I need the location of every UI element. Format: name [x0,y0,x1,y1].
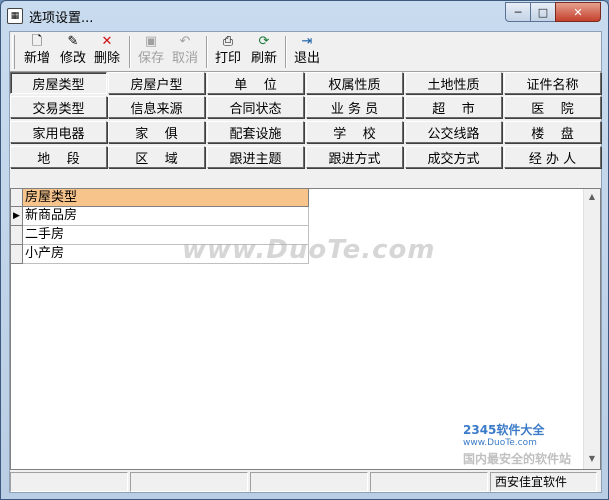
status-panel [250,472,368,492]
category-button-followup-method[interactable]: 跟进方式 [306,146,403,168]
close-icon: ✕ [573,5,583,19]
category-button-school[interactable]: 学 校 [306,121,403,143]
category-button-lot[interactable]: 地 段 [10,146,107,168]
category-button-handler[interactable]: 经 办 人 [504,146,601,168]
status-panel [370,472,488,492]
table-row[interactable]: ▶ 新商品房 [11,207,309,226]
scroll-down-icon[interactable]: ▼ [584,451,600,467]
category-button-land-nature[interactable]: 土地性质 [405,72,502,94]
category-button-appliances[interactable]: 家用电器 [10,121,107,143]
table-cell[interactable]: 二手房 [23,226,309,245]
status-panel [10,472,128,492]
table-cell[interactable]: 小产房 [23,245,309,264]
grid-header: 房屋类型 [11,189,309,207]
edit-icon: ✎ [67,34,79,49]
title-bar[interactable]: ▦ 选项设置... ─ □ ✕ [1,1,608,31]
status-company: 西安佳宜软件 [490,472,597,492]
row-indicator-header [11,189,23,207]
new-label: 新增 [23,51,50,66]
category-button-certificate[interactable]: 证件名称 [504,72,601,94]
print-button[interactable]: ⎙ 打印 [211,33,245,71]
category-button-deal-method[interactable]: 成交方式 [405,146,502,168]
category-button-info-source[interactable]: 信息来源 [108,96,205,118]
close-button[interactable]: ✕ [555,2,601,22]
toolbar-separator [129,36,131,68]
category-button-supermarket[interactable]: 超 市 [405,96,502,118]
refresh-label: 刷新 [250,51,277,66]
save-label: 保存 [137,51,164,66]
data-grid[interactable]: 房屋类型 ▶ 新商品房 二手房 小产房 ▲ ▼ [10,188,601,470]
category-button-house-type[interactable]: 房屋类型 [10,72,107,94]
table-row[interactable]: 小产房 [11,245,309,264]
toolbar: 🗋 新增 ✎ 修改 ✕ 删除 ▣ 保存 ↶ 取消 ⎙ 打印 ⟳ 刷新 ⇥ 退出 [10,32,601,72]
delete-button[interactable]: ✕ 删除 [90,33,124,71]
column-header[interactable]: 房屋类型 [23,189,309,207]
new-button[interactable]: 🗋 新增 [20,33,54,71]
maximize-button[interactable]: □ [530,2,556,22]
delete-label: 删除 [93,51,120,66]
category-button-salesperson[interactable]: 业 务 员 [306,96,403,118]
category-button-followup-topic[interactable]: 跟进主题 [207,146,304,168]
undo-icon: ↶ [179,34,191,49]
save-button[interactable]: ▣ 保存 [134,33,168,71]
table-cell[interactable]: 新商品房 [23,207,309,226]
category-button-house-layout[interactable]: 房屋户型 [108,72,205,94]
refresh-button[interactable]: ⟳ 刷新 [247,33,281,71]
current-row-indicator-icon: ▶ [11,207,23,226]
maximize-icon: □ [537,5,549,19]
category-button-contract-status[interactable]: 合同状态 [207,96,304,118]
cancel-label: 取消 [171,51,198,66]
app-icon[interactable]: ▦ [7,8,23,24]
category-button-transaction-type[interactable]: 交易类型 [10,96,107,118]
row-indicator [11,245,23,264]
minimize-icon: ─ [514,5,522,19]
row-indicator [11,226,23,245]
category-button-facilities[interactable]: 配套设施 [207,121,304,143]
refresh-icon: ⟳ [258,34,270,49]
new-icon: 🗋 [31,34,43,49]
save-icon: ▣ [144,34,158,49]
exit-label: 退出 [293,51,320,66]
toolbar-grip[interactable] [12,35,15,69]
print-icon: ⎙ [222,34,234,49]
window-title: 选项设置... [29,11,94,26]
table-row[interactable]: 二手房 [11,226,309,245]
minimize-button[interactable]: ─ [505,2,531,22]
category-button-district[interactable]: 区 域 [108,146,205,168]
category-button-hospital[interactable]: 医 院 [504,96,601,118]
toolbar-separator [285,36,287,68]
exit-button[interactable]: ⇥ 退出 [290,33,324,71]
category-button-building[interactable]: 楼 盘 [504,121,601,143]
category-button-furniture[interactable]: 家 俱 [108,121,205,143]
scroll-up-icon[interactable]: ▲ [584,189,600,205]
exit-icon: ⇥ [301,34,313,49]
options-window: ▦ 选项设置... ─ □ ✕ 🗋 新增 ✎ 修改 ✕ 删除 ▣ 保存 ↶ 取消… [0,0,609,500]
toolbar-separator [206,36,208,68]
status-bar: 西安佳宜软件 [10,472,601,492]
print-label: 打印 [214,51,241,66]
delete-icon: ✕ [101,34,113,49]
status-panel [130,472,248,492]
category-button-ownership[interactable]: 权属性质 [306,72,403,94]
edit-label: 修改 [59,51,86,66]
edit-button[interactable]: ✎ 修改 [56,33,90,71]
category-button-unit[interactable]: 单 位 [207,72,304,94]
cancel-button[interactable]: ↶ 取消 [168,33,202,71]
category-button-bus-line[interactable]: 公交线路 [405,121,502,143]
client-area: 🗋 新增 ✎ 修改 ✕ 删除 ▣ 保存 ↶ 取消 ⎙ 打印 ⟳ 刷新 ⇥ 退出 … [9,31,602,493]
vertical-scrollbar[interactable]: ▲ ▼ [583,189,600,469]
